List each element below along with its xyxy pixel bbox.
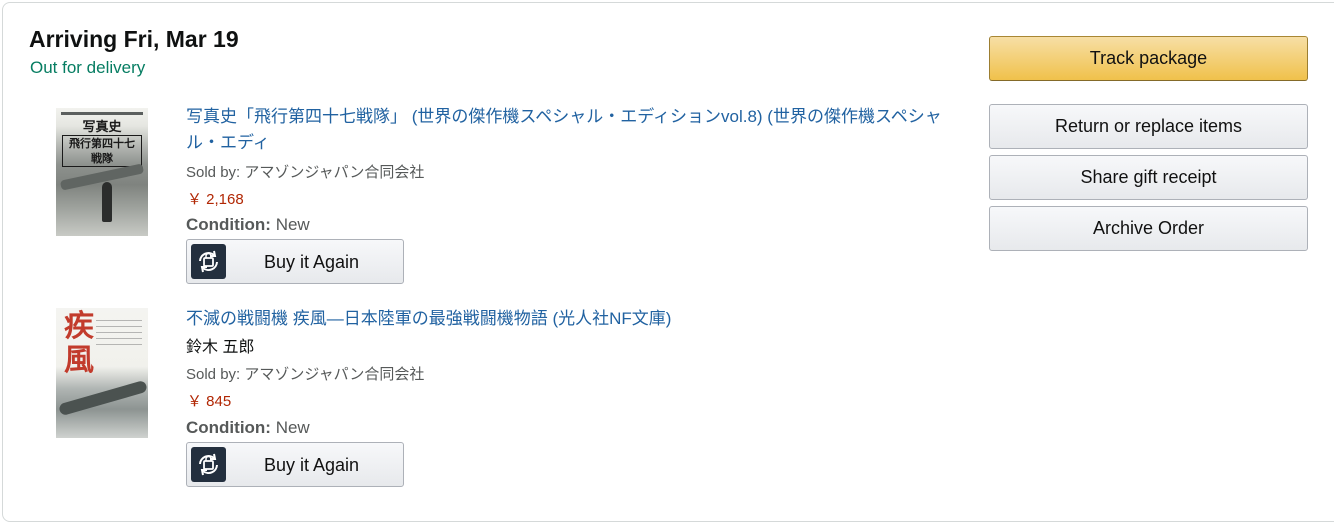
cover-title: 写真史 飛行第四十七戦隊: [62, 120, 142, 167]
cover-band: [61, 112, 143, 115]
sold-by-text: Sold by: アマゾンジャパン合同会社: [186, 366, 425, 383]
cover-title-line: 写真史: [82, 120, 122, 135]
delivery-status: Out for delivery: [30, 58, 146, 77]
delivery-heading: Arriving Fri, Mar 19: [29, 26, 239, 52]
buy-again-label: Buy it Again: [264, 455, 360, 475]
cover-subtitle-lines: [96, 320, 142, 348]
item-condition: Condition: New: [186, 214, 310, 236]
cover-title-kanji: 疾: [64, 309, 94, 344]
buy-again-label: Buy it Again: [264, 252, 360, 272]
buy-again-button[interactable]: Buy it Again: [186, 442, 404, 487]
product-title-link[interactable]: 写真史「飛行第四十七戦隊」 (世界の傑作機スペシャル・エディションvol.8) …: [186, 104, 946, 156]
product-image[interactable]: 疾 風: [56, 308, 148, 438]
return-replace-button[interactable]: Return or replace items: [989, 104, 1308, 149]
condition-value: New: [275, 418, 310, 437]
cover-title-kanji: 風: [64, 343, 94, 378]
buy-again-button[interactable]: Buy it Again: [186, 239, 404, 284]
item-condition: Condition: New: [186, 417, 310, 439]
item-author: 鈴木 五郎: [186, 339, 255, 356]
track-package-button[interactable]: Track package: [989, 36, 1308, 81]
product-title-link[interactable]: 不滅の戦闘機 疾風―日本陸軍の最強戦闘機物語 (光人社NF文庫): [186, 306, 946, 332]
share-gift-receipt-button[interactable]: Share gift receipt: [989, 155, 1308, 200]
cover-title-box: 飛行第四十七戦隊: [62, 135, 142, 167]
condition-label: Condition:: [186, 215, 271, 234]
product-image[interactable]: 写真史 飛行第四十七戦隊: [56, 108, 148, 236]
cart-refresh-icon: [191, 244, 226, 279]
item-price: ￥ 2,168: [187, 191, 244, 208]
cover-aircraft-shape: [58, 379, 148, 417]
condition-value: New: [275, 215, 310, 234]
sold-by-text: Sold by: アマゾンジャパン合同会社: [186, 164, 425, 181]
cart-refresh-icon: [191, 447, 226, 482]
cover-person-shape: [102, 182, 112, 222]
condition-label: Condition:: [186, 418, 271, 437]
archive-order-button[interactable]: Archive Order: [989, 206, 1308, 251]
item-price: ￥ 845: [187, 393, 232, 410]
